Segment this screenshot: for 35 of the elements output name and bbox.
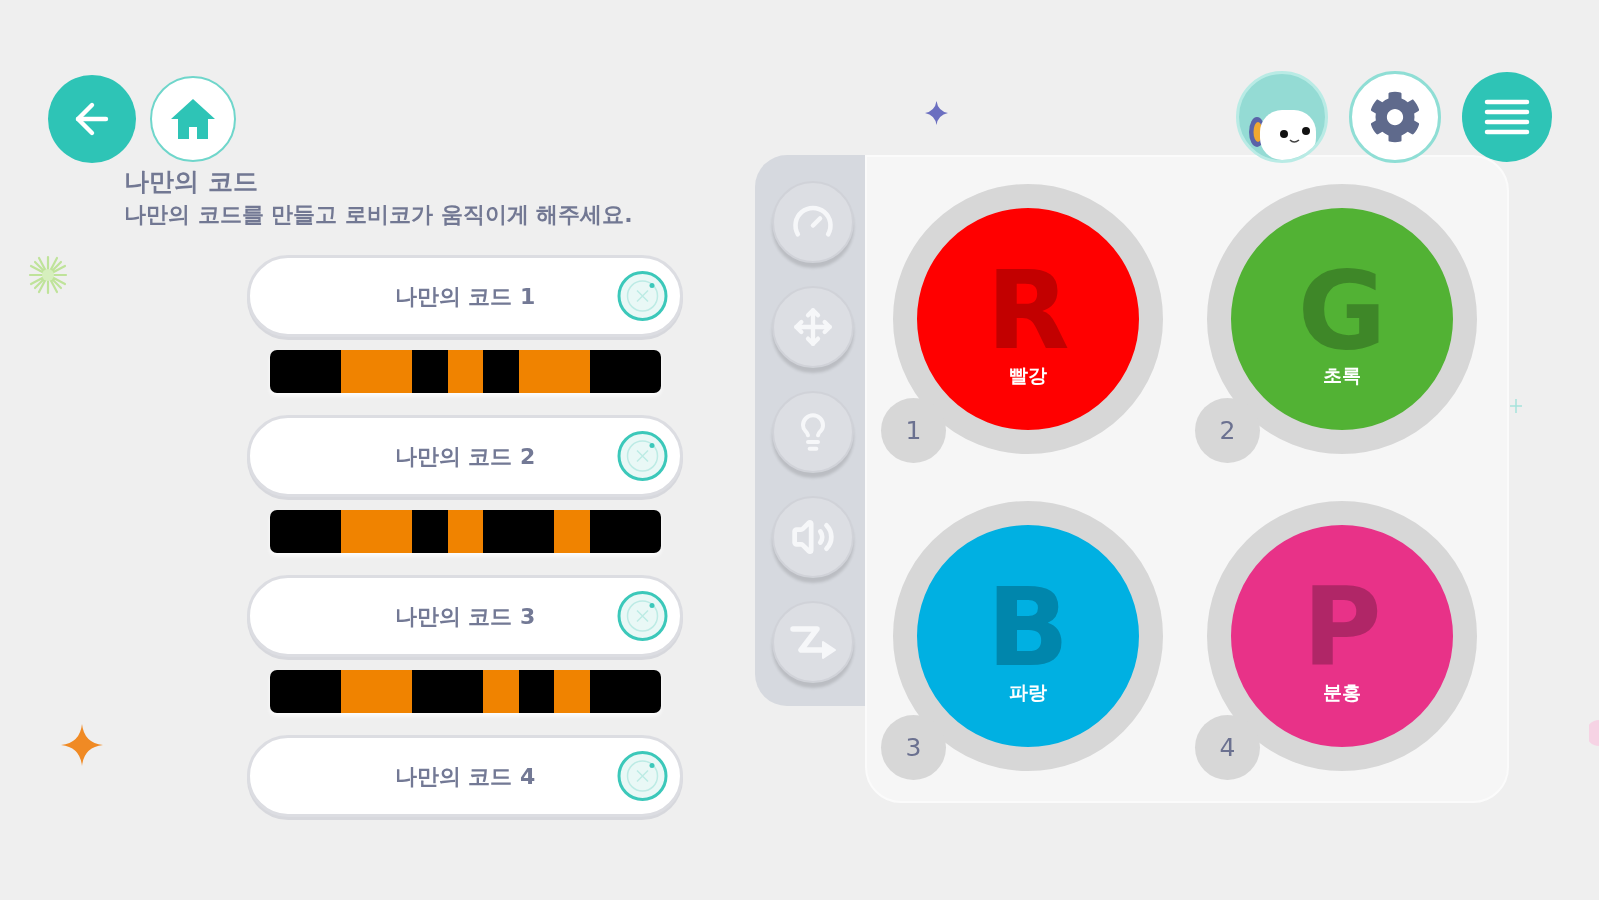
color-letter: P xyxy=(1302,578,1382,678)
home-icon xyxy=(171,99,215,139)
tool-button[interactable] xyxy=(772,391,854,473)
sparkle-icon xyxy=(61,724,103,766)
tool-button[interactable] xyxy=(772,496,854,578)
disc-icon xyxy=(617,270,668,322)
code-button[interactable]: 나만의 코드 1 xyxy=(247,255,683,337)
zigzag-arrow-icon xyxy=(789,624,837,660)
disc-icon xyxy=(617,750,668,802)
code-button[interactable]: 나만의 코드 3 xyxy=(247,575,683,657)
code-button[interactable]: 나만의 코드 2 xyxy=(247,415,683,497)
number-badge: 3 xyxy=(881,715,946,780)
sparkle-icon xyxy=(925,101,948,125)
color-label: 초록 xyxy=(1323,363,1361,387)
number-badge: 4 xyxy=(1195,715,1260,780)
disc-icon xyxy=(617,430,668,482)
page-subtitle: 나만의 코드를 만들고 로비코가 움직이게 해주세요. xyxy=(124,201,633,229)
color-label: 분홍 xyxy=(1323,680,1361,704)
tool-button[interactable] xyxy=(772,286,854,368)
burst-icon xyxy=(28,255,68,295)
tool-button[interactable] xyxy=(772,181,854,263)
sparkle-icon xyxy=(1510,399,1522,413)
menu-icon xyxy=(1484,99,1530,135)
four-way-arrows-icon xyxy=(793,307,833,347)
color-letter: R xyxy=(986,261,1070,361)
color-label: 빨강 xyxy=(1009,363,1047,387)
bubble-icon xyxy=(1589,720,1599,746)
code-button[interactable]: 나만의 코드 4 xyxy=(247,735,683,817)
page-title: 나만의 코드 xyxy=(124,166,258,197)
color-label: 파랑 xyxy=(1009,680,1047,704)
number-badge: 1 xyxy=(881,398,946,463)
settings-icon xyxy=(1369,91,1421,143)
tool-button[interactable] xyxy=(772,601,854,683)
disc-icon xyxy=(617,590,668,642)
number-badge: 2 xyxy=(1195,398,1260,463)
